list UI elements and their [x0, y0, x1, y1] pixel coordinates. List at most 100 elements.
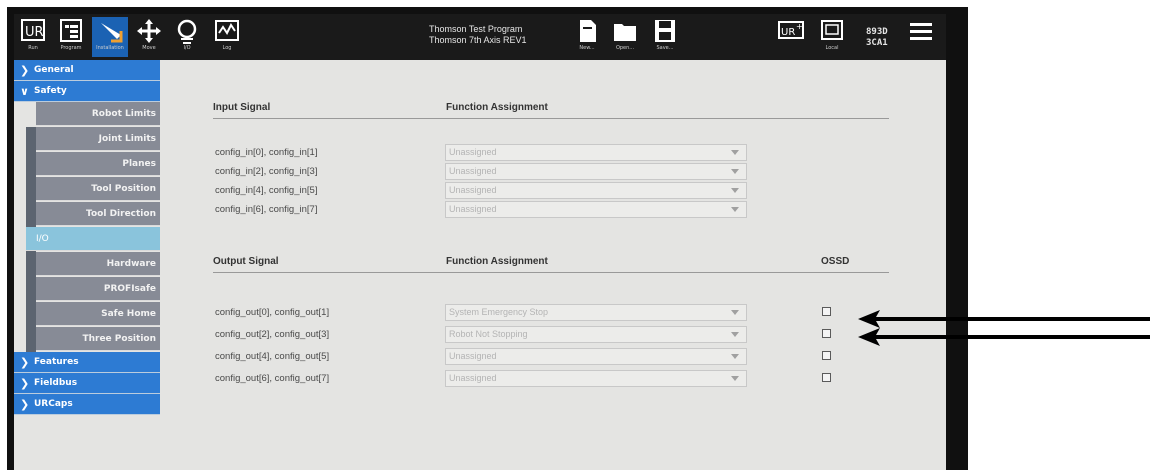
chevron-down-icon — [731, 332, 739, 337]
io-icon — [177, 19, 197, 44]
save-button-label: Save... — [656, 45, 674, 51]
ossd-checkbox[interactable] — [822, 373, 831, 382]
hamburger-menu-icon — [910, 23, 932, 40]
output-signal-label: config_out[0], config_out[1] — [215, 307, 330, 318]
chevron-right-icon: ❯ — [20, 397, 30, 411]
folder-icon — [614, 24, 636, 41]
program-tab-label: Program — [60, 45, 82, 51]
program-tree-icon — [60, 19, 82, 42]
installation-tab-label: Installation — [96, 45, 124, 51]
move-tab[interactable]: Move — [132, 17, 166, 57]
chevron-down-icon — [731, 207, 739, 212]
installation-icon — [101, 23, 123, 43]
run-tab[interactable]: UR Run — [18, 17, 48, 57]
output-signal-header: Output Signal — [213, 256, 279, 267]
urplus-button[interactable]: UR + — [776, 17, 806, 57]
sidebar-item-tool-position[interactable]: Tool Position — [36, 177, 160, 201]
chevron-down-icon — [731, 310, 739, 315]
io-tab[interactable]: I/O — [170, 17, 204, 57]
robot-serial: 893D 3CA1 — [866, 27, 888, 49]
sidebar-item-io[interactable]: I/O — [26, 227, 160, 251]
output-signal-label: config_out[6], config_out[7] — [215, 373, 330, 384]
ur-plus-icon: UR+ — [778, 21, 804, 39]
sidebar-item-safe-home[interactable]: Safe Home — [36, 302, 160, 326]
run-tab-label: Run — [28, 45, 38, 51]
chevron-right-icon: ❯ — [20, 355, 30, 369]
new-file-icon — [580, 20, 596, 42]
robot-serial-line2: 3CA1 — [866, 38, 888, 48]
io-tab-label: I/O — [183, 45, 191, 51]
input-function-dropdown[interactable]: Unassigned — [445, 201, 747, 218]
output-function-header: Function Assignment — [446, 256, 548, 267]
input-signal-label: config_in[2], config_in[3] — [215, 166, 318, 177]
sidebar-item-joint-limits[interactable]: Joint Limits — [36, 127, 160, 151]
output-signal-label: config_out[4], config_out[5] — [215, 351, 330, 362]
sidebar-item-tool-direction[interactable]: Tool Direction — [36, 202, 160, 226]
local-mode-button[interactable]: Local — [816, 17, 848, 57]
save-button[interactable]: Save... — [650, 17, 680, 57]
output-function-dropdown[interactable]: Unassigned — [445, 370, 747, 387]
log-tab[interactable]: Log — [210, 17, 244, 57]
input-header-divider — [213, 118, 889, 119]
sidebar-item-fieldbus[interactable]: ❯ Fieldbus — [14, 373, 160, 394]
sidebar-item-label: Fieldbus — [34, 378, 78, 388]
robot-serial-line1: 893D — [866, 27, 888, 37]
sidebar-item-features[interactable]: ❯ Features — [14, 352, 160, 373]
program-tab[interactable]: Program — [54, 17, 88, 57]
callout-arrows — [858, 310, 1150, 346]
local-mode-label: Local — [825, 45, 839, 51]
input-function-dropdown[interactable]: Unassigned — [445, 163, 747, 180]
callout-arrow-icon — [858, 310, 1150, 328]
sidebar-item-label: Safety — [34, 86, 67, 96]
input-function-dropdown[interactable]: Unassigned — [445, 144, 747, 161]
log-chart-icon — [215, 20, 239, 41]
new-button-label: New... — [579, 45, 595, 51]
pendant-icon — [821, 20, 843, 40]
installation-title: Thomson 7th Axis REV1 — [429, 35, 527, 45]
input-signal-label: config_in[0], config_in[1] — [215, 147, 318, 158]
input-function-dropdown[interactable]: Unassigned — [445, 182, 747, 199]
move-arrows-icon — [137, 19, 161, 43]
output-signal-label: config_out[2], config_out[3] — [215, 329, 330, 340]
svg-text:UR: UR — [25, 25, 44, 40]
sidebar-item-three-position[interactable]: Three Position — [36, 327, 160, 351]
installation-tab[interactable]: Installation — [92, 17, 128, 57]
open-button-label: Open... — [615, 45, 635, 51]
callout-arrow-icon — [858, 328, 1150, 346]
move-tab-label: Move — [142, 45, 156, 51]
ossd-checkbox[interactable] — [822, 307, 831, 316]
log-tab-label: Log — [222, 45, 232, 51]
ossd-checkbox[interactable] — [822, 351, 831, 360]
new-button[interactable]: New... — [572, 17, 602, 57]
chevron-down-icon — [731, 354, 739, 359]
sidebar-item-general[interactable]: ❯ General — [14, 60, 160, 81]
ossd-header: OSSD — [821, 256, 850, 267]
svg-text:UR: UR — [781, 27, 795, 38]
input-signal-label: config_in[4], config_in[5] — [215, 185, 318, 196]
svg-text:+: + — [796, 22, 803, 31]
teach-pendant-screen: UR Run Program Installation Move I/O Log… — [14, 14, 946, 470]
hamburger-menu-button[interactable] — [904, 17, 938, 57]
chevron-down-icon — [731, 376, 739, 381]
chevron-down-icon — [731, 188, 739, 193]
loaded-names: Thomson Test Program Thomson 7th Axis RE… — [429, 24, 527, 46]
ossd-checkbox[interactable] — [822, 329, 831, 338]
open-button[interactable]: Open... — [610, 17, 640, 57]
sidebar-item-profisafe[interactable]: PROFIsafe — [36, 277, 160, 301]
output-function-dropdown[interactable]: Robot Not Stopping — [445, 326, 747, 343]
sidebar-item-robot-limits[interactable]: Robot Limits — [36, 102, 160, 126]
sidebar-item-planes[interactable]: Planes — [36, 152, 160, 176]
safety-io-panel: Input Signal Function Assignment config_… — [160, 60, 946, 470]
output-function-dropdown[interactable]: Unassigned — [445, 348, 747, 365]
save-disk-icon — [655, 20, 675, 42]
sidebar-item-safety[interactable]: ∨ Safety — [14, 81, 160, 102]
sidebar-item-hardware[interactable]: Hardware — [36, 252, 160, 276]
input-signal-label: config_in[6], config_in[7] — [215, 204, 318, 215]
installation-sidebar: ❯ General ∨ Safety Robot Limits Joint Li… — [14, 60, 160, 470]
sidebar-item-label: URCaps — [34, 399, 73, 409]
output-function-dropdown[interactable]: System Emergency Stop — [445, 304, 747, 321]
chevron-down-icon — [731, 150, 739, 155]
sidebar-item-label: Features — [34, 357, 79, 367]
sidebar-item-urcaps[interactable]: ❯ URCaps — [14, 394, 160, 415]
output-header-divider — [213, 272, 889, 273]
